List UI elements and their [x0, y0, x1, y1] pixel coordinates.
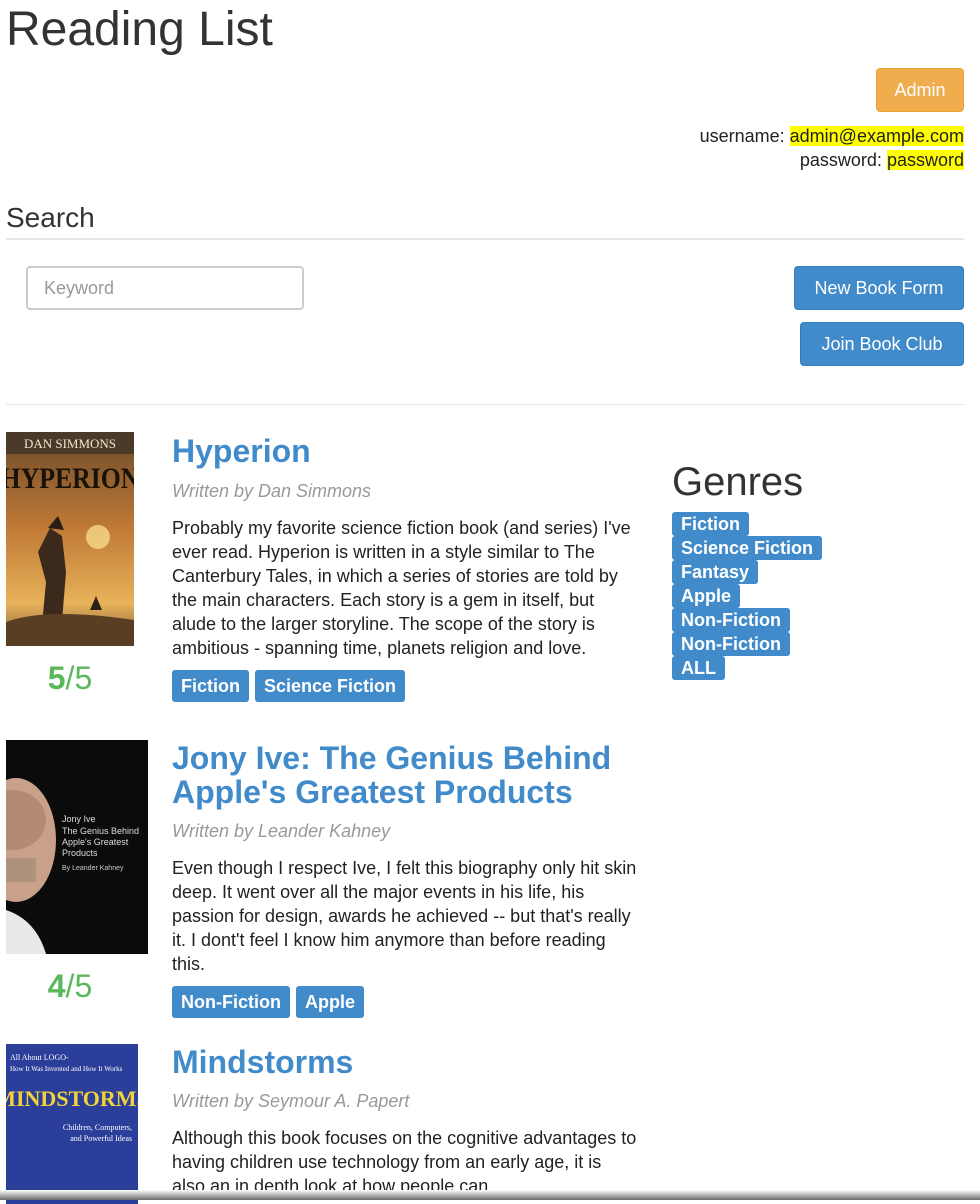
- cover-line-2: How It Was Invented and How It Works: [10, 1065, 123, 1073]
- rating-score: 4: [47, 968, 66, 1004]
- book-title-link[interactable]: Jony Ive: The Genius Behind Apple's Grea…: [172, 741, 637, 809]
- book-details: Hyperion Written by Dan Simmons Probably…: [172, 432, 637, 702]
- genre-non-fiction-2[interactable]: Non-Fiction: [672, 632, 790, 656]
- section-divider: [6, 404, 964, 405]
- book-tags: Fiction Science Fiction: [172, 670, 637, 702]
- join-book-club-button[interactable]: Join Book Club: [800, 322, 964, 366]
- username-row: username: admin@example.com: [700, 124, 964, 148]
- admin-button[interactable]: Admin: [876, 68, 964, 112]
- tag-apple[interactable]: Apple: [295, 986, 364, 1018]
- book-review: Although this book focuses on the cognit…: [172, 1128, 637, 1196]
- genre-all[interactable]: ALL: [672, 656, 725, 680]
- genre-science-fiction[interactable]: Science Fiction: [672, 536, 823, 560]
- book-details: Mindstorms Written by Seymour A. Papert …: [172, 1044, 637, 1198]
- book-tags: Non-Fiction Apple: [172, 986, 637, 1018]
- book-review: Even though I respect Ive, I felt this b…: [172, 858, 637, 974]
- book-item-mindstorms: All About LOGO- How It Was Invented and …: [6, 1044, 636, 1204]
- book-item-hyperion: DAN SIMMONS HYPERION 5/5 Hyperion Writte…: [6, 432, 636, 732]
- book-review: Probably my favorite science fiction boo…: [172, 518, 631, 658]
- rating-max: /5: [65, 968, 93, 1004]
- tag-fiction[interactable]: Fiction: [172, 670, 249, 702]
- password-row: password: password: [700, 148, 964, 172]
- book-title-link[interactable]: Mindstorms: [172, 1045, 637, 1079]
- tag-science-fiction[interactable]: Science Fiction: [255, 670, 406, 702]
- genre-apple[interactable]: Apple: [672, 584, 741, 608]
- book-rating-hyperion: 5/5: [6, 660, 134, 697]
- cover-line-4: Products: [62, 848, 98, 858]
- username-label: username:: [699, 126, 785, 146]
- cover-line-5: By Leander Kahney: [62, 865, 124, 872]
- book-author: Written by Seymour A. Papert: [172, 1091, 410, 1111]
- genre-non-fiction[interactable]: Non-Fiction: [672, 608, 790, 632]
- new-book-form-button[interactable]: New Book Form: [794, 266, 964, 310]
- rating-score: 5: [47, 660, 66, 696]
- cover-author: DAN SIMMONS: [24, 436, 116, 451]
- cover-title: HYPERION: [6, 462, 134, 495]
- search-divider: [6, 238, 964, 240]
- credentials-info: username: admin@example.com password: pa…: [700, 124, 964, 172]
- book-author: Written by Leander Kahney: [172, 821, 391, 841]
- username-value: admin@example.com: [789, 126, 964, 146]
- password-label: password:: [799, 150, 882, 170]
- cover-line-2: The Genius Behind: [62, 826, 139, 836]
- cover-title: MINDSTORMS: [6, 1086, 138, 1111]
- search-heading: Search: [6, 202, 95, 233]
- genres-title: Genres: [672, 460, 804, 504]
- tag-non-fiction[interactable]: Non-Fiction: [172, 986, 290, 1018]
- book-title-link[interactable]: Hyperion: [172, 434, 637, 468]
- keyword-input[interactable]: [26, 266, 304, 310]
- book-author: Written by Dan Simmons: [172, 481, 372, 501]
- cover-line-1: Jony Ive: [62, 814, 96, 824]
- cover-line-3: Apple's Greatest: [62, 837, 129, 847]
- book-details: Jony Ive: The Genius Behind Apple's Grea…: [172, 740, 637, 1018]
- page-title: Reading List: [6, 3, 273, 56]
- rating-max: /5: [65, 660, 93, 696]
- book-cover-hyperion[interactable]: DAN SIMMONS HYPERION: [6, 432, 134, 646]
- cover-line-3: Children, Computers,: [63, 1123, 132, 1132]
- cover-line-1: All About LOGO-: [10, 1053, 69, 1062]
- cover-line-4: and Powerful Ideas: [70, 1134, 132, 1143]
- window-bottom-edge: [0, 1190, 980, 1200]
- book-cover-jony-ive[interactable]: Jony Ive The Genius Behind Apple's Great…: [6, 740, 148, 954]
- genre-fantasy[interactable]: Fantasy: [672, 560, 759, 584]
- genre-fiction[interactable]: Fiction: [672, 512, 749, 536]
- book-rating-jony-ive: 4/5: [6, 968, 134, 1005]
- genre-list: Fiction Science Fiction Fantasy Apple No…: [672, 512, 823, 680]
- book-item-jony-ive: Jony Ive The Genius Behind Apple's Great…: [6, 740, 636, 1030]
- book-cover-mindstorms[interactable]: All About LOGO- How It Was Invented and …: [6, 1044, 138, 1204]
- password-value: password: [886, 150, 964, 170]
